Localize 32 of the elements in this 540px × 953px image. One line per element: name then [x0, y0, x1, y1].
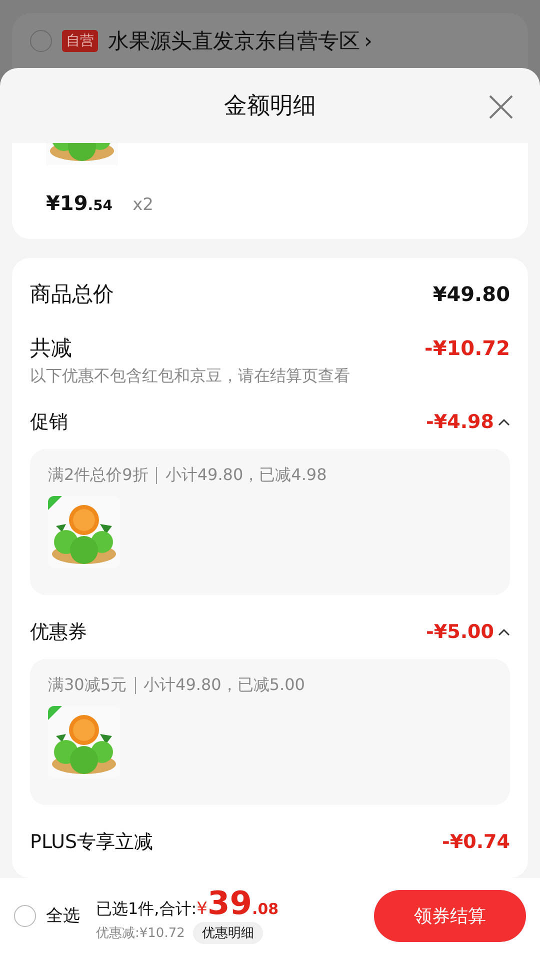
discount-subtotal: 小计49.80，已减5.00	[144, 675, 305, 696]
unit-price: ¥19.54	[46, 191, 113, 215]
total-value: ¥49.80	[432, 282, 510, 306]
select-all-label[interactable]: 全选	[46, 904, 80, 927]
grand-total: ¥39.08	[196, 887, 279, 919]
section-label: PLUS专享立减	[30, 830, 154, 855]
selected-count: 已选1件,合计:	[96, 899, 197, 920]
discount-value: -¥10.72	[424, 336, 510, 360]
caret-icon	[498, 628, 510, 636]
discount-label: 共减	[30, 335, 72, 362]
discount-note: 以下优惠不包含红包和京豆，请在结算页查看	[30, 366, 351, 387]
store-name: 水果源头直发京东自营专区	[108, 28, 360, 54]
radio-button[interactable]	[30, 30, 52, 52]
section-label: 优惠券	[30, 620, 87, 645]
total-label: 商品总价	[30, 281, 114, 308]
section-value: -¥5.00	[426, 621, 494, 643]
discount-rule: 满2件总价9折	[48, 465, 148, 486]
chevron: ›	[364, 28, 372, 52]
checkout-button[interactable]: 领券结算	[374, 890, 526, 942]
section-value: -¥0.74	[442, 831, 510, 853]
sheet-title: 金额明细	[224, 92, 316, 121]
quantity: x2	[132, 195, 154, 215]
savings-text: 优惠减:¥10.72	[96, 925, 185, 942]
discount-details-button[interactable]: 优惠明细	[192, 922, 263, 944]
discount-subtotal: 小计49.80，已减4.98	[165, 465, 327, 486]
close-icon[interactable]	[488, 94, 514, 120]
discount-rule: 满30减5元	[48, 675, 127, 696]
caret-icon	[498, 418, 510, 426]
section-value: -¥4.98	[426, 411, 494, 433]
store-badge: 自营	[62, 30, 98, 52]
section-label: 促销	[30, 410, 68, 435]
select-all-checkbox[interactable]	[14, 904, 36, 926]
